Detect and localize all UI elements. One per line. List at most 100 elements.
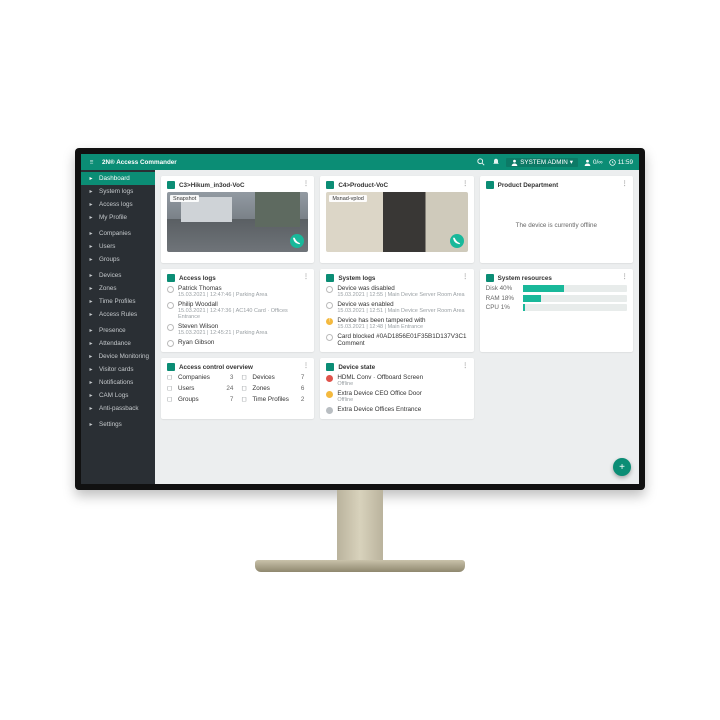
license-indicator[interactable]: 0/∞ bbox=[584, 159, 603, 166]
log-title: Device was enabled bbox=[337, 301, 467, 308]
log-meta: 15.03.2021 | 12:47:36 | AC140 Card · Off… bbox=[178, 308, 308, 320]
list-item[interactable]: !Device has been tampered with15.03.2021… bbox=[326, 317, 467, 330]
sidebar-item-attendance[interactable]: ▸ Attendance bbox=[81, 337, 155, 350]
user-menu[interactable]: SYSTEM ADMIN ▾ bbox=[506, 158, 578, 167]
sidebar-item-groups[interactable]: ▸Groups bbox=[81, 253, 155, 266]
overview-label[interactable]: Users bbox=[178, 385, 222, 392]
clock-text: 11:59 bbox=[618, 159, 633, 166]
list-item[interactable]: Philip Woodall15.03.2021 | 12:47:36 | AC… bbox=[167, 301, 308, 320]
gear-icon: ▸ bbox=[87, 421, 95, 429]
overview-label[interactable]: Zones bbox=[252, 385, 296, 392]
access-logs-card: ⋮ Access logs Patrick Thomas15.03.2021 |… bbox=[161, 269, 314, 352]
camera-preview[interactable]: Msnad-vplod bbox=[326, 192, 467, 252]
card-menu-icon[interactable]: ⋮ bbox=[621, 180, 628, 187]
sidebar-item-label: Access Rules bbox=[99, 311, 137, 318]
sidebar-item-zones[interactable]: ▸Zones bbox=[81, 282, 155, 295]
card-icon bbox=[486, 181, 494, 189]
card-menu-icon[interactable]: ⋮ bbox=[462, 362, 469, 369]
lock-icon: ▸ bbox=[87, 311, 95, 319]
list-item[interactable]: Ryan Gibson bbox=[167, 339, 308, 347]
sidebar: ▸Dashboard▸System logs▸Access logs▸My Pr… bbox=[81, 170, 155, 484]
overview-label[interactable]: Time Profiles bbox=[252, 396, 296, 403]
status-icon bbox=[326, 286, 333, 293]
resource-row: Disk 40% bbox=[486, 285, 627, 292]
bell-icon[interactable] bbox=[491, 158, 500, 167]
overview-value: 7 bbox=[301, 374, 309, 381]
card-icon bbox=[167, 274, 175, 282]
camera-call-button[interactable] bbox=[450, 234, 464, 248]
sidebar-item-settings[interactable]: ▸Settings bbox=[81, 418, 155, 431]
app-root: ≡ 2N® Access Commander SYSTEM ADMIN ▾ bbox=[81, 154, 639, 484]
overview-label[interactable]: Devices bbox=[252, 374, 296, 381]
resource-row: CPU 1% bbox=[486, 304, 627, 311]
zone-icon: ◻ bbox=[241, 385, 248, 392]
system-logs-card: ⋮ System logs Device was disabled15.03.2… bbox=[320, 269, 473, 352]
list-item[interactable]: Device was enabled15.03.2021 | 12:51 | M… bbox=[326, 301, 467, 314]
device-title: HDML Conv · Offboard Screen bbox=[337, 374, 467, 381]
sidebar-item-companies[interactable]: ▸Companies bbox=[81, 227, 155, 240]
list-item[interactable]: Device was disabled15.03.2021 | 12:55 | … bbox=[326, 285, 467, 298]
sidebar-item-label: Anti-passback bbox=[99, 405, 139, 412]
search-icon[interactable] bbox=[476, 158, 485, 167]
list-item[interactable]: Steven Wilson15.03.2021 | 12:45:21 | Par… bbox=[167, 323, 308, 336]
attendance-icon: ▸ bbox=[87, 340, 95, 348]
sidebar-item-system-logs[interactable]: ▸System logs bbox=[81, 185, 155, 198]
camera-preview[interactable]: Snapshot bbox=[167, 192, 308, 252]
users-icon: ◻ bbox=[167, 396, 174, 403]
log-title: Philip Woodall bbox=[178, 301, 308, 308]
sidebar-item-anti-passback[interactable]: ▸ Anti-passback bbox=[81, 402, 155, 415]
sidebar-item-access-rules[interactable]: ▸ Access Rules bbox=[81, 308, 155, 321]
sidebar-item-users[interactable]: ▸Users bbox=[81, 240, 155, 253]
list-item[interactable]: HDML Conv · Offboard ScreenOffline bbox=[326, 374, 467, 387]
card-title: C4>Product-VoC bbox=[338, 182, 388, 189]
list-item[interactable]: Extra Device CEO Office DoorOffline bbox=[326, 390, 467, 403]
shield-icon: ▸ bbox=[87, 405, 95, 413]
state-icon bbox=[326, 375, 333, 382]
menu-icon[interactable]: ≡ bbox=[87, 158, 96, 167]
sidebar-item-label: Groups bbox=[99, 256, 120, 263]
user-icon: ▸ bbox=[87, 214, 95, 222]
sidebar-item-dashboard[interactable]: ▸Dashboard bbox=[81, 172, 155, 185]
list-item[interactable]: Card blocked #0AD1856E01F35B1D137V3C1 Co… bbox=[326, 333, 467, 347]
users-icon: ◻ bbox=[167, 385, 174, 392]
clock-icon: ◻ bbox=[241, 396, 248, 403]
card-title: C3>Hikum_in3od-VoC bbox=[179, 182, 245, 189]
card-menu-icon[interactable]: ⋮ bbox=[621, 273, 628, 280]
sidebar-item-device-monitoring[interactable]: ▸ Device Monitoring bbox=[81, 350, 155, 363]
sidebar-item-notifications[interactable]: ▸Notifications bbox=[81, 376, 155, 389]
card-menu-icon[interactable]: ⋮ bbox=[303, 180, 310, 187]
sidebar-item-presence[interactable]: ▸Presence bbox=[81, 324, 155, 337]
camera-call-button[interactable] bbox=[290, 234, 304, 248]
sidebar-item-label: Time Profiles bbox=[99, 298, 136, 305]
sidebar-item-my-profile[interactable]: ▸My Profile bbox=[81, 211, 155, 224]
sidebar-item-label: Attendance bbox=[99, 340, 131, 347]
resource-label: Disk 40% bbox=[486, 285, 518, 292]
monitor-icon: ▸ bbox=[87, 353, 95, 361]
sidebar-item-access-logs[interactable]: ▸Access logs bbox=[81, 198, 155, 211]
sidebar-item-label: Companies bbox=[99, 230, 131, 237]
state-icon bbox=[326, 391, 333, 398]
overview-value: 7 bbox=[226, 396, 237, 403]
device-meta: Offline bbox=[337, 381, 467, 387]
sidebar-item-cam-logs[interactable]: ▸CAM Logs bbox=[81, 389, 155, 402]
overview-label[interactable]: Companies bbox=[178, 374, 222, 381]
sidebar-item-time-profiles[interactable]: ▸Time Profiles bbox=[81, 295, 155, 308]
device-icon: ◻ bbox=[241, 374, 248, 381]
sidebar-item-label: Visitor cards bbox=[99, 366, 134, 373]
card-menu-icon[interactable]: ⋮ bbox=[303, 362, 310, 369]
card-menu-icon[interactable]: ⋮ bbox=[462, 180, 469, 187]
sidebar-item-label: Device Monitoring bbox=[99, 353, 149, 360]
add-widget-fab[interactable]: + bbox=[613, 458, 631, 476]
list-item[interactable]: Extra Device Offices Entrance bbox=[326, 406, 467, 414]
log-title: Ryan Gibson bbox=[178, 339, 308, 346]
list-item[interactable]: Patrick Thomas15.03.2021 | 12:47:46 | Pa… bbox=[167, 285, 308, 298]
card-icon bbox=[326, 274, 334, 282]
card-menu-icon[interactable]: ⋮ bbox=[303, 273, 310, 280]
sidebar-item-visitor-cards[interactable]: ▸Visitor cards bbox=[81, 363, 155, 376]
card-icon bbox=[167, 181, 175, 189]
building-icon: ◻ bbox=[167, 374, 174, 381]
sidebar-item-devices[interactable]: ▸Devices bbox=[81, 269, 155, 282]
overview-label[interactable]: Groups bbox=[178, 396, 222, 403]
card-menu-icon[interactable]: ⋮ bbox=[462, 273, 469, 280]
monitor-stand-base bbox=[255, 560, 465, 572]
